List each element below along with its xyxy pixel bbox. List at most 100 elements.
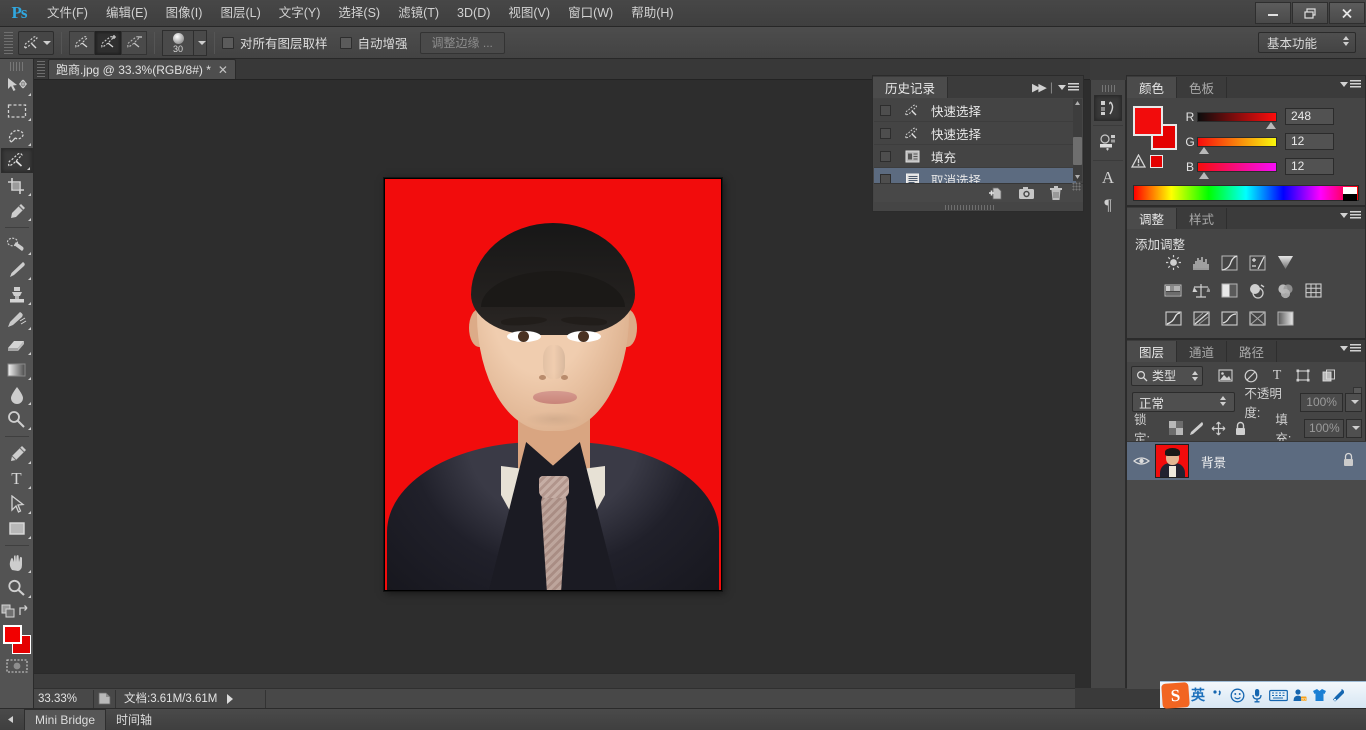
- vibrance-icon[interactable]: [1275, 253, 1295, 272]
- filter-spinner-icon[interactable]: [1192, 370, 1198, 381]
- color-lookup-icon[interactable]: [1303, 281, 1323, 300]
- fill-slider-chevron-icon[interactable]: [1346, 418, 1363, 438]
- channel-mixer-icon[interactable]: [1275, 281, 1295, 300]
- color-swatches[interactable]: [2, 624, 32, 654]
- layer-locked-icon[interactable]: [1342, 452, 1355, 470]
- workspace-switcher[interactable]: 基本功能: [1258, 32, 1356, 53]
- layer-name[interactable]: 背景: [1201, 452, 1226, 471]
- blur-tool[interactable]: [1, 382, 33, 407]
- brush-size-preview[interactable]: 30: [162, 29, 194, 56]
- minimize-button[interactable]: [1255, 2, 1291, 24]
- selective-color-icon[interactable]: [1247, 309, 1267, 328]
- soft-keyboard-icon[interactable]: [1267, 683, 1289, 707]
- history-scrollbar-thumb[interactable]: [1073, 137, 1082, 165]
- menu-file[interactable]: 文件(F): [38, 0, 97, 27]
- layer-filter-type-select[interactable]: 类型: [1131, 365, 1203, 386]
- document-thumbnail-icon[interactable]: [94, 689, 116, 708]
- scroll-down-icon[interactable]: [1074, 173, 1081, 180]
- new-document-from-state-button[interactable]: [988, 186, 1004, 201]
- red-slider-thumb[interactable]: [1266, 121, 1276, 129]
- restore-button[interactable]: [1292, 2, 1328, 24]
- lock-all-icon[interactable]: [1232, 419, 1248, 437]
- tab-timeline[interactable]: 时间轴: [106, 709, 162, 730]
- swap-colors-icon[interactable]: [18, 604, 32, 618]
- photo-filter-icon[interactable]: [1247, 281, 1267, 300]
- tab-history[interactable]: 历史记录: [873, 77, 949, 98]
- lock-transparent-pixels-icon[interactable]: [1168, 419, 1184, 437]
- history-state-row[interactable]: 快速选择: [874, 99, 1076, 122]
- horizontal-type-tool[interactable]: T: [1, 466, 33, 491]
- history-scrollbar[interactable]: [1073, 99, 1082, 181]
- tab-styles[interactable]: 样式: [1177, 208, 1228, 229]
- panel-resize-handle[interactable]: [1072, 182, 1081, 191]
- pen-tool[interactable]: [1, 441, 33, 466]
- layer-visibility-toggle[interactable]: [1127, 455, 1155, 467]
- tool-preset-picker[interactable]: [18, 30, 54, 55]
- history-state-row[interactable]: 快速选择: [874, 122, 1076, 145]
- quick-selection-tool[interactable]: [0, 148, 33, 173]
- brush-tool[interactable]: [1, 257, 33, 282]
- panel-menu-chevron-icon[interactable]: [1340, 82, 1348, 87]
- brush-options-chevron-icon[interactable]: [194, 29, 207, 56]
- default-colors-icon[interactable]: [1, 604, 15, 618]
- scroll-up-icon[interactable]: [1074, 100, 1081, 107]
- tools-panel-grip[interactable]: [9, 62, 24, 71]
- filter-type-icon[interactable]: T: [1269, 368, 1285, 384]
- ime-logo-icon[interactable]: S: [1161, 681, 1190, 709]
- panel-strip-grip[interactable]: [1101, 85, 1115, 92]
- new-snapshot-button[interactable]: [1018, 186, 1035, 200]
- close-icon[interactable]: ✕: [218, 63, 228, 77]
- opacity-field[interactable]: 100%: [1299, 392, 1344, 412]
- new-selection-button[interactable]: [69, 30, 95, 55]
- canvas-horizontal-scrollbar[interactable]: [34, 673, 1075, 688]
- delete-state-button[interactable]: [1049, 185, 1063, 201]
- black-white-picker[interactable]: [1343, 187, 1357, 201]
- panel-menu-chevron-icon[interactable]: [1340, 213, 1348, 218]
- actions-panel-icon[interactable]: [1094, 130, 1122, 156]
- filter-smart-object-icon[interactable]: [1321, 368, 1337, 384]
- rectangular-marquee-tool[interactable]: [1, 98, 33, 123]
- layer-list[interactable]: 背景: [1127, 441, 1366, 689]
- layer-thumbnail[interactable]: [1155, 444, 1189, 478]
- panel-bottom-grip[interactable]: [945, 205, 995, 210]
- posterize-icon[interactable]: [1191, 309, 1211, 328]
- emoji-icon[interactable]: [1227, 683, 1247, 707]
- curves-icon[interactable]: [1219, 253, 1239, 272]
- tab-layers[interactable]: 图层: [1127, 341, 1178, 362]
- document-tab[interactable]: 跑商.jpg @ 33.3%(RGB/8#) * ✕: [48, 59, 236, 79]
- voice-input-icon[interactable]: [1247, 683, 1267, 707]
- color-spectrum-ramp[interactable]: [1133, 185, 1359, 201]
- history-state-row[interactable]: 填充: [874, 145, 1076, 168]
- skin-icon[interactable]: [1309, 683, 1329, 707]
- punctuation-toggle-icon[interactable]: [1207, 683, 1227, 707]
- tab-adjustments[interactable]: 调整: [1127, 208, 1178, 229]
- tab-paths[interactable]: 路径: [1227, 341, 1278, 362]
- fill-field[interactable]: 100%: [1304, 418, 1345, 438]
- filter-shape-icon[interactable]: [1295, 368, 1311, 384]
- spot-healing-brush-tool[interactable]: [1, 232, 33, 257]
- tab-mini-bridge[interactable]: Mini Bridge: [24, 709, 107, 730]
- history-snapshot-checkbox[interactable]: [880, 150, 891, 162]
- menu-layer[interactable]: 图层(L): [211, 0, 269, 27]
- tab-swatches[interactable]: 色板: [1177, 77, 1228, 98]
- character-panel-icon[interactable]: A: [1094, 165, 1122, 191]
- opacity-slider-chevron-icon[interactable]: [1345, 392, 1363, 412]
- image-document[interactable]: [384, 178, 722, 591]
- paragraph-panel-icon[interactable]: ¶: [1094, 193, 1122, 219]
- history-state-list[interactable]: 快速选择 快速选择 填充 取消选择: [874, 99, 1076, 191]
- green-slider[interactable]: [1197, 136, 1277, 154]
- bottom-bar-arrow-icon[interactable]: [6, 713, 20, 727]
- panel-menu-icon[interactable]: [1350, 344, 1361, 353]
- zoom-level-field[interactable]: 33.33%: [34, 689, 94, 708]
- auto-enhance-checkbox[interactable]: [339, 36, 352, 49]
- panel-menu-chevron-icon[interactable]: [1058, 84, 1066, 90]
- ime-language-mode[interactable]: 英: [1189, 685, 1207, 705]
- lasso-tool[interactable]: [1, 123, 33, 148]
- foreground-color-swatch[interactable]: [1133, 106, 1163, 136]
- blue-slider-thumb[interactable]: [1199, 171, 1209, 179]
- history-snapshot-checkbox[interactable]: [880, 104, 891, 116]
- lock-image-pixels-icon[interactable]: [1189, 419, 1205, 437]
- threshold-icon[interactable]: [1219, 309, 1239, 328]
- green-value-field[interactable]: 12: [1285, 133, 1334, 150]
- history-snapshot-checkbox[interactable]: [880, 127, 891, 139]
